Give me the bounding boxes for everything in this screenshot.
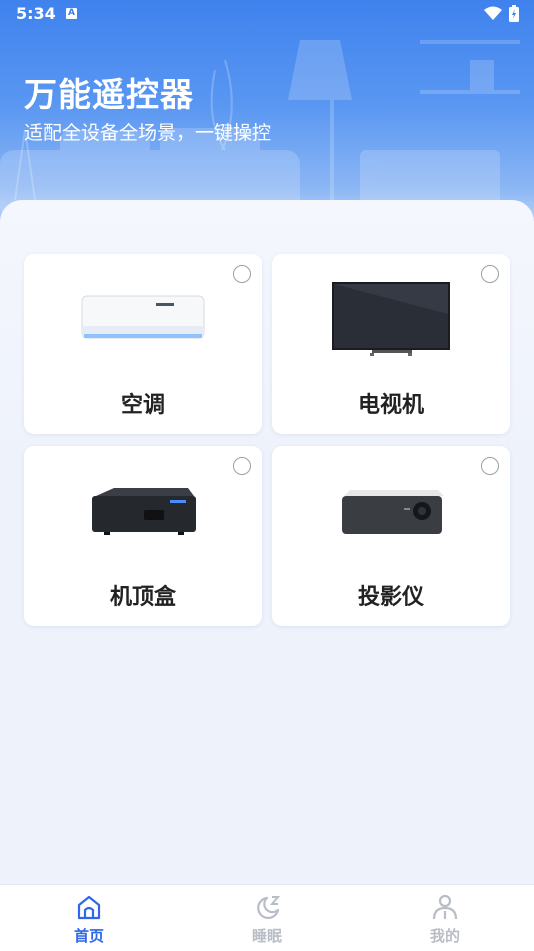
bottom-tab-bar: 首页 睡眠 我的 <box>0 884 534 951</box>
notification-icon: A <box>66 8 77 19</box>
projector-image <box>342 490 444 534</box>
device-card-set-top-box[interactable]: 机顶盒 <box>24 446 262 626</box>
tab-sleep[interactable]: 睡眠 <box>207 885 327 951</box>
device-label: 机顶盒 <box>109 585 176 610</box>
tab-profile[interactable]: 我的 <box>385 885 505 951</box>
device-label: 空调 <box>120 393 165 418</box>
device-card-air-conditioner[interactable]: 空调 <box>24 254 262 434</box>
tab-label: 我的 <box>429 927 460 945</box>
wifi-icon <box>484 6 502 20</box>
tab-home[interactable]: 首页 <box>29 885 149 951</box>
device-card-projector[interactable]: 投影仪 <box>272 446 510 626</box>
device-panel: 空调 电视机 机顶盒 投影仪 <box>0 200 534 885</box>
tab-label: 睡眠 <box>251 927 282 945</box>
moon-sleep-icon <box>257 896 281 919</box>
television-image <box>332 282 450 356</box>
set-top-box-image <box>92 488 196 535</box>
page-subtitle: 适配全设备全场景，一键操控 <box>24 122 272 144</box>
device-card-television[interactable]: 电视机 <box>272 254 510 434</box>
status-bar: 5:34 A <box>0 0 534 28</box>
tab-label: 首页 <box>73 927 104 945</box>
battery-icon <box>509 5 519 22</box>
profile-icon <box>432 894 458 920</box>
page-title: 万能遥控器 <box>24 75 194 114</box>
air-conditioner-image <box>81 295 205 339</box>
device-label: 电视机 <box>357 393 424 418</box>
device-label: 投影仪 <box>357 585 424 610</box>
status-time: 5:34 <box>16 4 56 23</box>
home-icon <box>77 895 101 920</box>
